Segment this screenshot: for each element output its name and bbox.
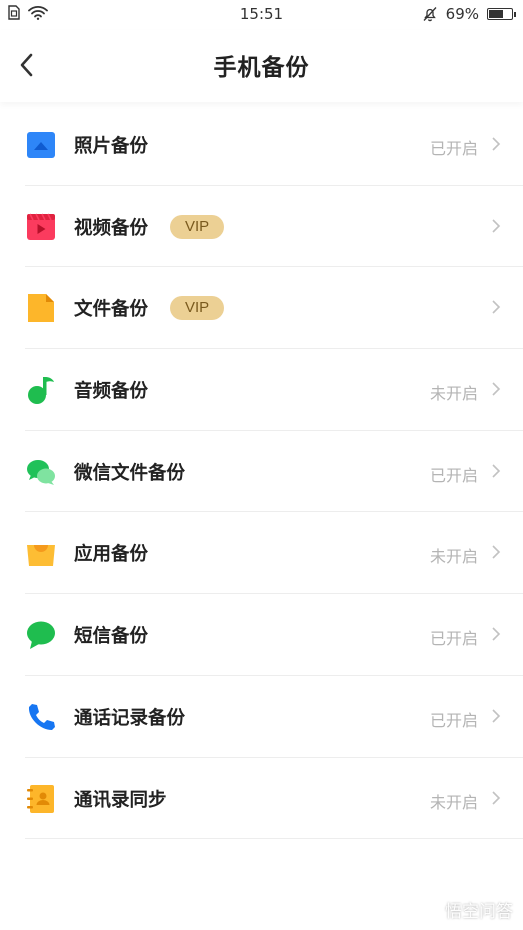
list-item-audio-backup[interactable]: 音频备份 未开启: [0, 349, 523, 431]
music-note-icon: [28, 377, 54, 405]
wechat-icon: [27, 459, 55, 485]
list-item-label: 音频备份: [74, 381, 149, 403]
status-text: 已开启: [429, 465, 478, 485]
chevron-right-icon: [492, 464, 501, 478]
status-right-icons: 69%: [422, 5, 516, 23]
mute-bell-icon: [423, 7, 437, 22]
list-item-label: 应用备份: [74, 544, 149, 566]
video-icon: [27, 213, 55, 240]
file-icon: [28, 294, 54, 323]
nav-header: 手机备份: [0, 30, 523, 102]
watermark-text: 悟空问答: [445, 902, 513, 922]
battery-icon: [487, 8, 516, 20]
watermark: 悟空问答: [419, 897, 513, 922]
status-text: 未开启: [429, 792, 478, 812]
status-text: 未开启: [429, 547, 478, 567]
chevron-right-icon: [492, 219, 501, 233]
list-item-video-backup[interactable]: 视频备份 VIP: [0, 186, 523, 268]
page-title: 手机备份: [213, 55, 310, 81]
wukong-logo-icon: [420, 902, 440, 916]
chevron-right-icon: [492, 137, 501, 151]
list-item-contacts-sync[interactable]: 通讯录同步 未开启: [0, 758, 523, 840]
chevron-right-icon: [492, 300, 501, 314]
battery-percent: 69%: [445, 5, 479, 23]
chevron-right-icon: [492, 382, 501, 396]
battery-fill: [489, 10, 504, 18]
backup-list: 照片备份 已开启 视频备份 VIP 文件备份 VIP 音频备份 未开启 微信文件…: [0, 104, 523, 840]
chevron-right-icon: [492, 790, 501, 805]
list-item-file-backup[interactable]: 文件备份 VIP: [0, 267, 523, 350]
status-text: 已开启: [429, 139, 478, 158]
phone-icon: [28, 703, 55, 730]
list-item-call-log-backup[interactable]: 通话记录备份 已开启: [0, 676, 523, 758]
shopping-bag-icon: [27, 545, 55, 567]
vip-badge: VIP: [170, 296, 225, 321]
list-item-label: 通话记录备份: [74, 707, 186, 729]
list-item-label: 短信备份: [74, 626, 149, 648]
status-text: 未开启: [429, 384, 478, 404]
chevron-right-icon: [492, 627, 501, 641]
chevron-right-icon: [492, 545, 501, 560]
list-item-sms-backup[interactable]: 短信备份 已开启: [0, 594, 523, 676]
divider: [25, 838, 523, 840]
status-text: 已开启: [429, 710, 478, 730]
list-item-app-backup[interactable]: 应用备份 未开启: [0, 512, 523, 595]
status-text: 已开启: [429, 629, 478, 649]
vip-badge: VIP: [170, 214, 225, 239]
list-item-label: 文件备份: [74, 299, 149, 321]
list-item-photo-backup[interactable]: 照片备份 已开启: [0, 104, 523, 186]
contacts-icon: [27, 784, 54, 813]
list-item-label: 通讯录同步: [74, 789, 167, 811]
message-bubble-icon: [27, 621, 55, 650]
chevron-right-icon: [492, 709, 501, 723]
list-item-label: 照片备份: [74, 136, 149, 157]
list-item-wechat-file-backup[interactable]: 微信文件备份 已开启: [0, 431, 523, 513]
list-item-label: 微信文件备份: [74, 462, 186, 484]
list-item-label: 视频备份: [74, 217, 149, 239]
status-bar: 15:51 69%: [0, 0, 523, 30]
photo-icon: [27, 132, 55, 158]
